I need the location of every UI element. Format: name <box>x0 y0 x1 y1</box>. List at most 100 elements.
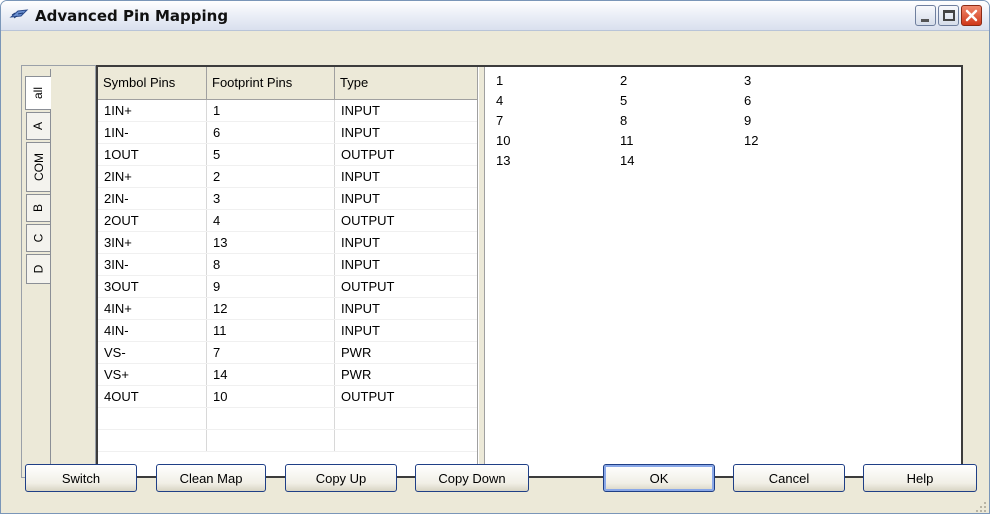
column-header-footprint-pins[interactable]: Footprint Pins <box>207 67 335 99</box>
symbol-pin-cell[interactable] <box>98 408 207 429</box>
type-cell[interactable]: INPUT <box>335 254 475 275</box>
clean-map-button[interactable]: Clean Map <box>156 464 266 492</box>
footprint-pad-item[interactable]: 12 <box>744 133 758 148</box>
footprint-pad-item[interactable]: 2 <box>620 73 627 88</box>
type-cell[interactable]: INPUT <box>335 122 475 143</box>
type-cell[interactable]: INPUT <box>335 232 475 253</box>
footprint-pad-item[interactable]: 13 <box>496 153 510 168</box>
pane-splitter[interactable] <box>479 67 485 476</box>
footprint-pin-cell[interactable]: 14 <box>207 364 335 385</box>
minimize-button[interactable] <box>915 5 936 26</box>
footprint-pin-cell[interactable]: 9 <box>207 276 335 297</box>
symbol-pin-cell[interactable]: 2OUT <box>98 210 207 231</box>
tab-all[interactable]: all <box>25 76 51 110</box>
table-row[interactable]: VS- 7 PWR <box>98 342 477 364</box>
footprint-pads-list[interactable]: 1 2 3 4 5 6 7 8 9 10 11 12 13 14 <box>486 67 961 476</box>
table-row[interactable]: 4OUT 10 OUTPUT <box>98 386 477 408</box>
type-cell[interactable] <box>335 408 475 429</box>
footprint-pad-item[interactable]: 4 <box>496 93 503 108</box>
symbol-pin-cell[interactable]: 2IN- <box>98 188 207 209</box>
footprint-pad-item[interactable]: 7 <box>496 113 503 128</box>
help-button[interactable]: Help <box>863 464 977 492</box>
tab-a[interactable]: A <box>26 112 50 140</box>
type-cell[interactable]: OUTPUT <box>335 144 475 165</box>
symbol-pin-cell[interactable]: 2IN+ <box>98 166 207 187</box>
resize-grip-icon[interactable] <box>975 501 987 513</box>
tab-b[interactable]: B <box>26 194 50 222</box>
footprint-pin-cell[interactable]: 2 <box>207 166 335 187</box>
type-cell[interactable]: OUTPUT <box>335 276 475 297</box>
table-row[interactable]: 3OUT 9 OUTPUT <box>98 276 477 298</box>
tab-d[interactable]: D <box>26 254 50 284</box>
footprint-pin-cell[interactable]: 11 <box>207 320 335 341</box>
symbol-pin-cell[interactable]: VS- <box>98 342 207 363</box>
type-cell[interactable]: PWR <box>335 364 475 385</box>
symbol-pin-cell[interactable]: 4OUT <box>98 386 207 407</box>
footprint-pin-cell[interactable]: 12 <box>207 298 335 319</box>
close-button[interactable] <box>961 5 982 26</box>
table-row[interactable]: 1OUT 5 OUTPUT <box>98 144 477 166</box>
table-row[interactable]: 1IN+ 1 INPUT <box>98 100 477 122</box>
column-header-type[interactable]: Type <box>335 67 475 99</box>
footprint-pad-item[interactable]: 1 <box>496 73 503 88</box>
copy-down-button[interactable]: Copy Down <box>415 464 529 492</box>
column-header-symbol-pins[interactable]: Symbol Pins <box>98 67 207 99</box>
footprint-pin-cell[interactable]: 10 <box>207 386 335 407</box>
pin-mapping-grid[interactable]: Symbol Pins Footprint Pins Type 1IN+ 1 INP… <box>98 67 478 476</box>
footprint-pad-item[interactable]: 11 <box>620 133 634 148</box>
table-row[interactable] <box>98 430 477 452</box>
tab-com[interactable]: COM <box>26 142 50 192</box>
table-row[interactable] <box>98 408 477 430</box>
footprint-pin-cell[interactable]: 7 <box>207 342 335 363</box>
symbol-pin-cell[interactable]: 4IN- <box>98 320 207 341</box>
footprint-pad-item[interactable]: 9 <box>744 113 751 128</box>
type-cell[interactable]: INPUT <box>335 320 475 341</box>
symbol-pin-cell[interactable] <box>98 430 207 451</box>
table-row[interactable]: 2IN- 3 INPUT <box>98 188 477 210</box>
footprint-pin-cell[interactable]: 8 <box>207 254 335 275</box>
table-row[interactable]: 3IN- 8 INPUT <box>98 254 477 276</box>
type-cell[interactable]: INPUT <box>335 166 475 187</box>
maximize-button[interactable] <box>938 5 959 26</box>
symbol-pin-cell[interactable]: 1OUT <box>98 144 207 165</box>
type-cell[interactable] <box>335 430 475 451</box>
tab-c[interactable]: C <box>26 224 50 252</box>
footprint-pin-cell[interactable] <box>207 430 335 451</box>
table-row[interactable]: 3IN+ 13 INPUT <box>98 232 477 254</box>
symbol-pin-cell[interactable]: 1IN- <box>98 122 207 143</box>
footprint-pad-item[interactable]: 3 <box>744 73 751 88</box>
title-bar[interactable]: Advanced Pin Mapping <box>1 1 989 31</box>
symbol-pin-cell[interactable]: VS+ <box>98 364 207 385</box>
type-cell[interactable]: INPUT <box>335 100 475 121</box>
symbol-pin-cell[interactable]: 3IN- <box>98 254 207 275</box>
footprint-pin-cell[interactable]: 3 <box>207 188 335 209</box>
type-cell[interactable]: PWR <box>335 342 475 363</box>
table-row[interactable]: 1IN- 6 INPUT <box>98 122 477 144</box>
cancel-button[interactable]: Cancel <box>733 464 845 492</box>
symbol-pin-cell[interactable]: 4IN+ <box>98 298 207 319</box>
footprint-pin-cell[interactable]: 4 <box>207 210 335 231</box>
symbol-pin-cell[interactable]: 3OUT <box>98 276 207 297</box>
symbol-pin-cell[interactable]: 1IN+ <box>98 100 207 121</box>
footprint-pin-cell[interactable]: 13 <box>207 232 335 253</box>
footprint-pad-item[interactable]: 6 <box>744 93 751 108</box>
type-cell[interactable]: OUTPUT <box>335 386 475 407</box>
footprint-pad-item[interactable]: 5 <box>620 93 627 108</box>
footprint-pin-cell[interactable]: 1 <box>207 100 335 121</box>
footprint-pad-item[interactable]: 14 <box>620 153 634 168</box>
ok-button[interactable]: OK <box>603 464 715 492</box>
table-row[interactable]: 4IN- 11 INPUT <box>98 320 477 342</box>
table-row[interactable]: 2OUT 4 OUTPUT <box>98 210 477 232</box>
type-cell[interactable]: OUTPUT <box>335 210 475 231</box>
table-row[interactable]: VS+ 14 PWR <box>98 364 477 386</box>
footprint-pad-item[interactable]: 10 <box>496 133 510 148</box>
copy-up-button[interactable]: Copy Up <box>285 464 397 492</box>
table-row[interactable]: 2IN+ 2 INPUT <box>98 166 477 188</box>
symbol-pin-cell[interactable]: 3IN+ <box>98 232 207 253</box>
type-cell[interactable]: INPUT <box>335 298 475 319</box>
footprint-pin-cell[interactable]: 6 <box>207 122 335 143</box>
type-cell[interactable]: INPUT <box>335 188 475 209</box>
footprint-pad-item[interactable]: 8 <box>620 113 627 128</box>
footprint-pin-cell[interactable]: 5 <box>207 144 335 165</box>
table-row[interactable]: 4IN+ 12 INPUT <box>98 298 477 320</box>
